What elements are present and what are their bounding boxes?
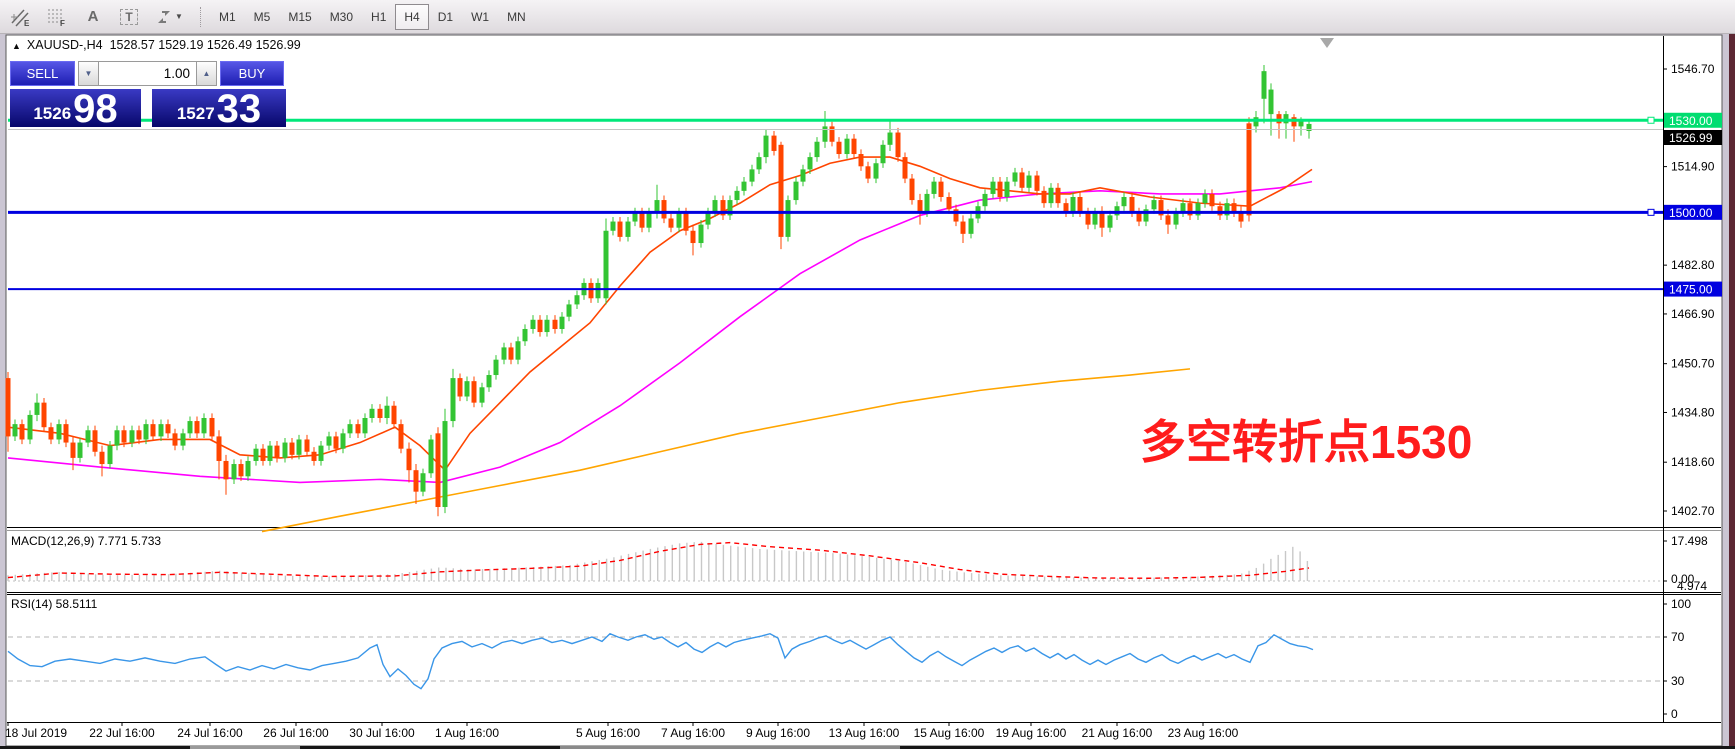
price-axis-label: 1546.70 bbox=[1671, 62, 1715, 76]
date-axis-label: 15 Aug 16:00 bbox=[914, 726, 985, 740]
rsi-label: RSI(14) 58.5111 bbox=[11, 597, 97, 611]
text-label-icon[interactable]: T bbox=[114, 5, 144, 29]
date-axis-label: 13 Aug 16:00 bbox=[829, 726, 900, 740]
price-line-label: 1500.00 bbox=[1669, 206, 1713, 220]
buy-price-display[interactable]: 1527 33 bbox=[152, 89, 286, 127]
price-axis-label: 1418.60 bbox=[1671, 455, 1715, 469]
timeframe-button-H4[interactable]: H4 bbox=[395, 4, 428, 30]
text-icon[interactable]: A bbox=[78, 5, 108, 29]
timeframe-button-W1[interactable]: W1 bbox=[462, 4, 498, 30]
timeframe-group: M1M5M15M30H1H4D1W1MN bbox=[210, 4, 535, 30]
timeframe-button-D1[interactable]: D1 bbox=[429, 4, 462, 30]
chart-annotation-text[interactable]: 多空转折点1530 bbox=[1140, 406, 1472, 472]
price-axis-label: 1402.70 bbox=[1671, 504, 1715, 518]
sell-price-minor: 98 bbox=[73, 92, 118, 127]
collapse-panel-icon[interactable]: ▲ bbox=[12, 41, 21, 51]
date-axis-label: 30 Jul 16:00 bbox=[349, 726, 415, 740]
price-axis-label: 1514.90 bbox=[1671, 160, 1715, 174]
rsi-scale-label: 70 bbox=[1671, 630, 1685, 644]
macd-label: MACD(12,26,9) 7.771 5.733 bbox=[11, 534, 161, 548]
timeframe-button-H1[interactable]: H1 bbox=[362, 4, 395, 30]
date-axis-label: 18 Jul 2019 bbox=[5, 726, 67, 740]
sell-button[interactable]: SELL bbox=[10, 61, 75, 86]
date-axis-label: 9 Aug 16:00 bbox=[746, 726, 810, 740]
one-click-trading-panel: SELL ▼ ▲ BUY 1526 98 1527 33 bbox=[10, 61, 290, 127]
timeframe-button-M30[interactable]: M30 bbox=[321, 4, 362, 30]
rsi-scale-label: 30 bbox=[1671, 674, 1685, 688]
svg-text:F: F bbox=[60, 19, 65, 27]
volume-decrease-button[interactable]: ▼ bbox=[78, 61, 99, 86]
timeframe-button-M15[interactable]: M15 bbox=[279, 4, 320, 30]
equidistant-channel-icon[interactable]: E bbox=[6, 5, 36, 29]
price-line-label: 1526.99 bbox=[1669, 131, 1713, 145]
buy-price-major: 1527 bbox=[177, 104, 215, 127]
price-axis-label: 1482.80 bbox=[1671, 258, 1715, 272]
toolbar: E F A T ▼ M1M5M15M30H1H4D1W1MN bbox=[0, 0, 1735, 34]
macd-scale-label: 17.498 bbox=[1671, 534, 1708, 548]
date-axis-label: 21 Aug 16:00 bbox=[1082, 726, 1153, 740]
sell-price-display[interactable]: 1526 98 bbox=[10, 89, 141, 127]
rsi-scale-label: 100 bbox=[1671, 597, 1691, 611]
date-axis-label: 1 Aug 16:00 bbox=[435, 726, 499, 740]
date-axis-label: 24 Jul 16:00 bbox=[177, 726, 243, 740]
symbol-period-label: XAUUSD-,H4 bbox=[27, 38, 103, 52]
rsi-scale-label: 0 bbox=[1671, 707, 1678, 721]
volume-increase-button[interactable]: ▲ bbox=[196, 61, 217, 86]
objects-dropdown-icon[interactable]: ▼ bbox=[150, 5, 188, 29]
macd-scale-label: 4.974 bbox=[1677, 579, 1707, 593]
price-axis-label: 1434.80 bbox=[1671, 405, 1715, 419]
price-line-label: 1530.00 bbox=[1669, 114, 1713, 128]
timeframe-button-M1[interactable]: M1 bbox=[210, 4, 245, 30]
date-axis-label: 7 Aug 16:00 bbox=[661, 726, 725, 740]
volume-input[interactable] bbox=[99, 61, 196, 86]
date-axis-label: 19 Aug 16:00 bbox=[996, 726, 1067, 740]
ohlc-values: 1528.57 1529.19 1526.49 1526.99 bbox=[110, 38, 301, 52]
date-axis-label: 26 Jul 16:00 bbox=[263, 726, 329, 740]
price-line-label: 1475.00 bbox=[1669, 283, 1713, 297]
price-axis-label: 1450.70 bbox=[1671, 357, 1715, 371]
toolbar-separator bbox=[200, 7, 202, 27]
date-axis-label: 22 Jul 16:00 bbox=[89, 726, 155, 740]
price-axis-label: 1466.90 bbox=[1671, 307, 1715, 321]
chart-header: ▲ XAUUSD-,H4 1528.57 1529.19 1526.49 1526… bbox=[12, 38, 301, 52]
buy-button[interactable]: BUY bbox=[220, 61, 284, 86]
sell-price-major: 1526 bbox=[33, 104, 71, 127]
buy-price-minor: 33 bbox=[217, 92, 262, 127]
timeframe-button-M5[interactable]: M5 bbox=[245, 4, 280, 30]
mt4-application: 1546.70 1514.90 1482.80 1466.90 1450.70 1434.… bbox=[0, 0, 1735, 749]
fibonacci-icon[interactable]: F bbox=[42, 5, 72, 29]
date-axis-label: 23 Aug 16:00 bbox=[1168, 726, 1239, 740]
timeframe-button-MN[interactable]: MN bbox=[498, 4, 535, 30]
svg-text:E: E bbox=[24, 19, 30, 27]
date-axis-label: 5 Aug 16:00 bbox=[576, 726, 640, 740]
